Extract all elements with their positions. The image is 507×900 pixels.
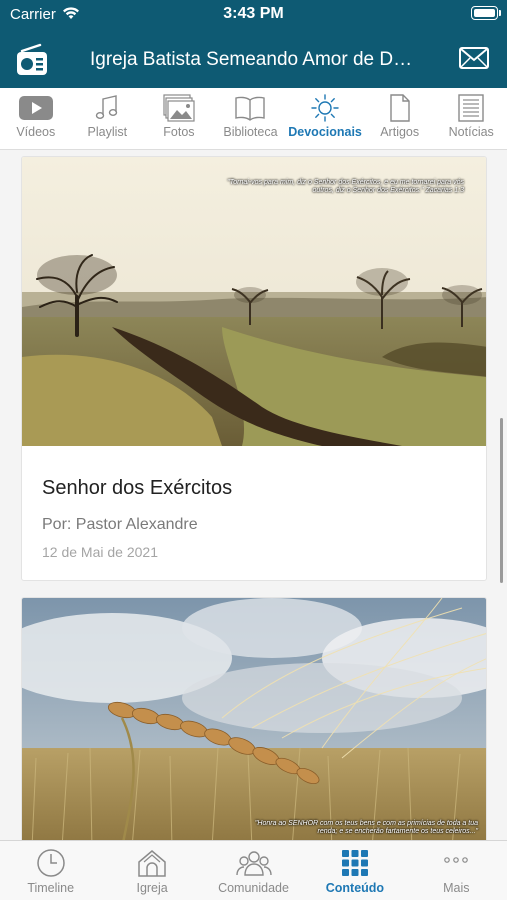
scroll-indicator[interactable]	[500, 418, 503, 583]
newspaper-icon	[458, 94, 484, 122]
music-note-icon	[96, 95, 118, 120]
tab-library-label: Biblioteca	[223, 125, 278, 139]
video-icon	[18, 96, 53, 120]
image-caption: "Honra ao SENHOR com os teus bens e com …	[254, 820, 478, 836]
radio-button[interactable]	[14, 42, 50, 78]
tab-devotionals[interactable]: Devocionais	[286, 88, 364, 149]
battery-icon	[471, 6, 501, 20]
tab-community-label: Comunidade	[218, 881, 289, 895]
bottom-tab-bar: Timeline Igreja Comunidade Conteúdo Mais	[0, 840, 507, 900]
devotional-image-wheat: "Honra ao SENHOR com os teus bens e com …	[22, 598, 486, 840]
image-caption: "Tornai-vos para mim, diz o Senhor dos E…	[227, 179, 464, 195]
tab-more[interactable]: Mais	[406, 841, 507, 900]
tab-more-label: Mais	[443, 881, 470, 895]
tab-church-label: Igreja	[136, 881, 168, 895]
community-icon	[235, 851, 272, 876]
tab-videos[interactable]: Vídeos	[0, 88, 72, 149]
tab-timeline-label: Timeline	[27, 881, 75, 895]
grid-icon	[341, 850, 368, 876]
devotionals-feed[interactable]: "Tornai-vos para mim, diz o Senhor dos E…	[0, 150, 507, 840]
tab-playlist-label: Playlist	[87, 125, 128, 139]
more-icon	[444, 857, 469, 863]
tab-community[interactable]: Comunidade	[203, 841, 304, 900]
mail-button[interactable]	[459, 47, 489, 69]
document-icon	[389, 94, 410, 122]
tab-articles-label: Artigos	[380, 125, 420, 139]
app-title: Igreja Batista Semeando Amor de Deus	[90, 49, 420, 70]
tab-content[interactable]: Conteúdo	[304, 841, 405, 900]
devotional-card[interactable]: "Tornai-vos para mim, diz o Senhor dos E…	[21, 156, 487, 581]
book-icon	[235, 96, 266, 121]
mail-icon	[459, 47, 489, 69]
tab-playlist[interactable]: Playlist	[72, 88, 144, 149]
devotional-date: 12 de Mai de 2021	[42, 544, 158, 560]
clock-time: 3:43 PM	[223, 5, 284, 22]
tab-library[interactable]: Biblioteca	[215, 88, 287, 149]
content-tabs: Vídeos Playlist Fotos Biblioteca Devocio…	[0, 88, 507, 150]
status-bar: Carrier 3:43 PM	[0, 0, 507, 30]
devotional-title[interactable]: Senhor dos Exércitos	[42, 477, 232, 500]
devotional-image-field: "Tornai-vos para mim, diz o Senhor dos E…	[22, 157, 486, 446]
radio-icon	[17, 43, 47, 75]
tab-news-label: Notícias	[448, 125, 494, 139]
tab-content-label: Conteúdo	[325, 881, 385, 895]
photos-icon	[163, 94, 195, 122]
devotional-card[interactable]: "Honra ao SENHOR com os teus bens e com …	[21, 597, 487, 840]
tab-church[interactable]: Igreja	[101, 841, 202, 900]
clock-icon	[36, 849, 65, 877]
tab-devotionals-label: Devocionais	[288, 125, 362, 139]
app-header: Igreja Batista Semeando Amor de Deus	[0, 30, 507, 88]
tab-photos-label: Fotos	[163, 125, 195, 139]
sun-icon	[311, 94, 339, 122]
tab-photos[interactable]: Fotos	[143, 88, 215, 149]
tab-videos-label: Vídeos	[16, 125, 56, 139]
devotional-author: Por: Pastor Alexandre	[42, 516, 198, 533]
church-icon	[138, 850, 166, 877]
tab-news[interactable]: Notícias	[435, 88, 507, 149]
tab-articles[interactable]: Artigos	[364, 88, 436, 149]
tab-timeline[interactable]: Timeline	[0, 841, 101, 900]
